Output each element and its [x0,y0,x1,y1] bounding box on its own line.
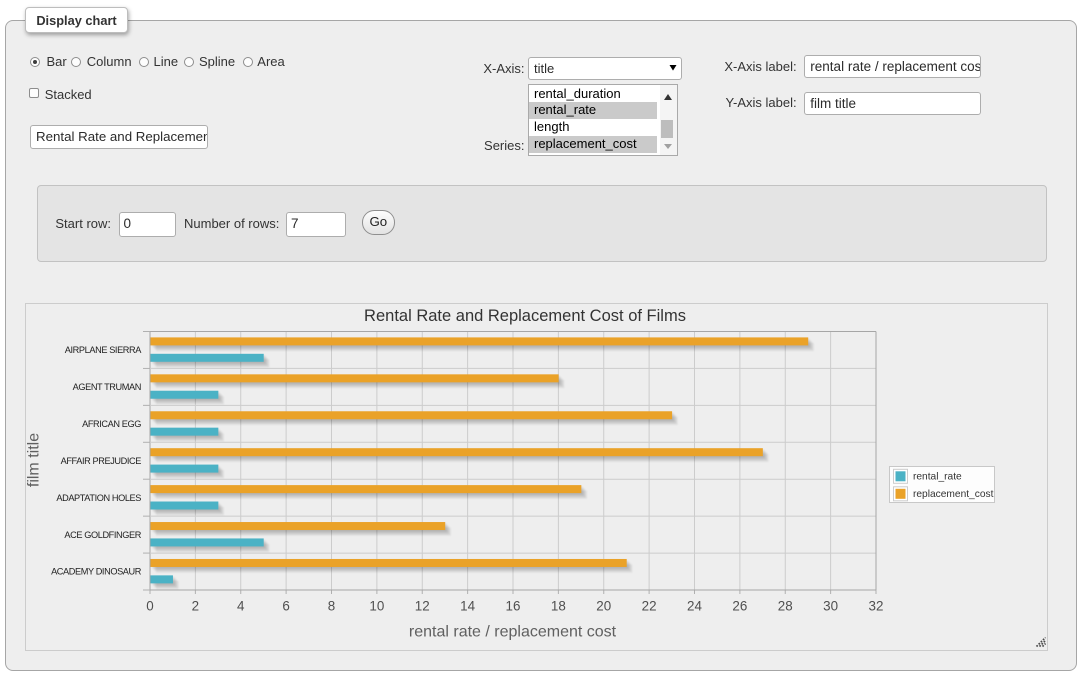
svg-text:AFRICAN EGG: AFRICAN EGG [82,419,141,429]
svg-text:AGENT TRUMAN: AGENT TRUMAN [73,382,141,392]
svg-text:0: 0 [146,599,153,614]
svg-text:Rental Rate and Replacement Co: Rental Rate and Replacement Cost of Film… [364,307,686,325]
svg-text:replacement_cost: replacement_cost [913,489,994,500]
svg-text:32: 32 [869,599,884,614]
svg-text:AFFAIR PREJUDICE: AFFAIR PREJUDICE [61,456,142,466]
svg-text:rental rate / replacement cost: rental rate / replacement cost [409,624,617,641]
svg-text:6: 6 [282,599,289,614]
svg-text:20: 20 [596,599,611,614]
svg-text:18: 18 [551,599,566,614]
svg-text:30: 30 [823,599,838,614]
svg-text:8: 8 [328,599,335,614]
svg-text:2: 2 [192,599,199,614]
svg-text:12: 12 [415,599,430,614]
svg-text:ADAPTATION HOLES: ADAPTATION HOLES [56,493,141,503]
svg-text:ACE GOLDFINGER: ACE GOLDFINGER [64,530,141,540]
svg-text:14: 14 [460,599,475,614]
svg-text:4: 4 [237,599,245,614]
svg-text:AIRPLANE SIERRA: AIRPLANE SIERRA [65,345,142,355]
svg-text:film title: film title [26,433,42,487]
svg-text:22: 22 [642,599,657,614]
svg-text:16: 16 [506,599,521,614]
svg-text:28: 28 [778,599,793,614]
svg-text:rental_rate: rental_rate [913,471,962,482]
svg-text:ACADEMY DINOSAUR: ACADEMY DINOSAUR [51,567,142,577]
svg-text:10: 10 [369,599,384,614]
svg-text:24: 24 [687,599,702,614]
svg-text:26: 26 [732,599,747,614]
